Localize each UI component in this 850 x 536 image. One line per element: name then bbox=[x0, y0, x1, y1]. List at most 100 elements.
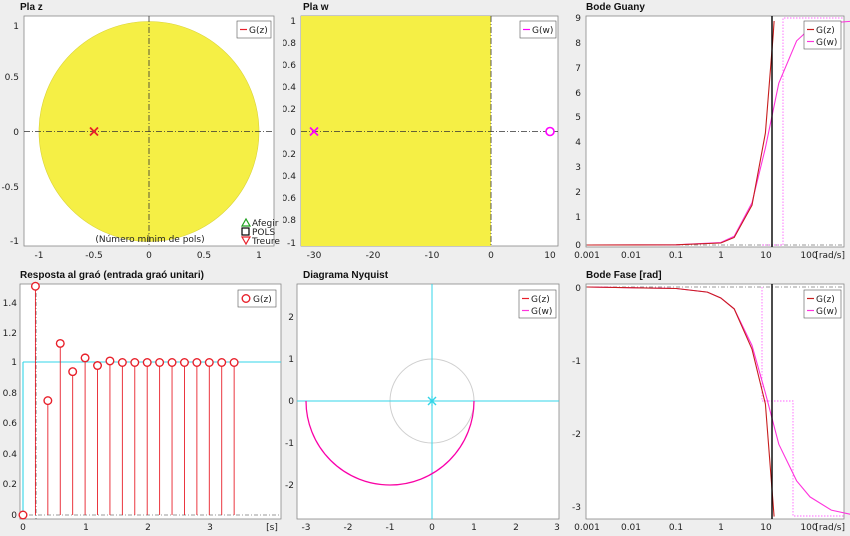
plot-bode-guany[interactable]: 0.001 0.01 0.1 1 10 100 [rad/s] 9 8 7 6 … bbox=[566, 0, 850, 268]
x-tick-labels: 0.001 0.01 0.1 1 10 100 [rad/s] bbox=[574, 251, 845, 261]
y-tick-label: 0 bbox=[11, 511, 17, 521]
data-point bbox=[192, 357, 202, 367]
x-tick-label: -1 bbox=[35, 251, 44, 261]
data-point bbox=[155, 357, 165, 367]
panel-nyquist: Diagrama Nyquist -3 -2 -1 0 1 2 3 2 1 0 … bbox=[283, 268, 566, 536]
x-tick-label: 3 bbox=[207, 523, 213, 533]
y-tick-label: 1 bbox=[575, 213, 581, 223]
y-tick-label: -1 bbox=[10, 237, 19, 247]
y-tick-label: 1 bbox=[288, 355, 294, 365]
y-tick-label: 4 bbox=[575, 138, 581, 148]
x-tick-label: -10 bbox=[425, 251, 440, 261]
zero-marker[interactable] bbox=[545, 126, 555, 137]
y-tick-label: 0.4 bbox=[3, 450, 18, 460]
data-point bbox=[167, 357, 177, 367]
data-point bbox=[43, 396, 53, 406]
legend: G(w) bbox=[519, 20, 557, 39]
x-tick-label: 1 bbox=[256, 251, 262, 261]
y-tick-label: 0.6 bbox=[3, 419, 18, 429]
y-tick-label: 0.2 bbox=[3, 480, 17, 490]
y-tick-label: 0.8 bbox=[283, 39, 296, 49]
x-tick-label: 0.01 bbox=[621, 251, 641, 261]
x-tick-label: 2 bbox=[145, 523, 151, 533]
data-point bbox=[30, 281, 40, 291]
y-tick-label: -1 bbox=[287, 239, 296, 249]
y-tick-label: 3 bbox=[575, 163, 581, 173]
data-point bbox=[80, 353, 90, 363]
plot-nyquist[interactable]: -3 -2 -1 0 1 2 3 2 1 0 -1 -2 G(z) G(w) bbox=[283, 268, 566, 536]
x-tick-label: 10 bbox=[760, 523, 772, 533]
y-tick-label: 0 bbox=[288, 397, 294, 407]
panel-pla-z: Pla z -1 -0.5 0 0.5 1 1 0.5 0 -0.5 -1 G(… bbox=[0, 0, 283, 268]
plot-area bbox=[585, 15, 845, 248]
x-tick-label: 0.5 bbox=[197, 251, 211, 261]
data-point bbox=[179, 357, 189, 367]
y-tick-labels: 2 1 0 -1 -2 bbox=[285, 313, 294, 491]
legend: G(z) bbox=[236, 20, 272, 39]
y-tick-label: 0 bbox=[290, 128, 296, 138]
x-tick-label: 0 bbox=[146, 251, 152, 261]
y-tick-label: -0.4 bbox=[283, 172, 296, 182]
data-point bbox=[142, 357, 152, 367]
y-tick-label: 0.4 bbox=[283, 83, 296, 93]
legend-label: G(z) bbox=[816, 26, 835, 36]
y-tick-label: 0.2 bbox=[283, 105, 296, 115]
x-tick-labels: 0 1 2 3 [s] bbox=[20, 523, 278, 533]
x-tick-label: 0.1 bbox=[669, 251, 683, 261]
plot-pla-w[interactable]: -30 -20 -10 0 10 1 0.8 0.6 0.4 0.2 0 -0.… bbox=[283, 0, 566, 268]
x-tick-label: 0 bbox=[20, 523, 26, 533]
y-tick-label: 9 bbox=[575, 14, 581, 24]
legend-label: G(w) bbox=[531, 307, 552, 317]
x-tick-label: [s] bbox=[266, 523, 278, 533]
x-tick-label: -30 bbox=[307, 251, 322, 261]
x-tick-labels: 0.001 0.01 0.1 1 10 100 [rad/s] bbox=[574, 523, 845, 533]
y-tick-label: -0.6 bbox=[283, 194, 296, 204]
data-point bbox=[229, 357, 239, 367]
y-tick-labels: 9 8 7 6 5 4 3 2 1 0 bbox=[575, 14, 581, 251]
x-tick-label: 10 bbox=[544, 251, 556, 261]
x-tick-label: 0 bbox=[488, 251, 494, 261]
y-tick-label: -1 bbox=[285, 439, 294, 449]
data-point bbox=[105, 356, 115, 366]
data-point bbox=[130, 357, 140, 367]
x-tick-label: 1 bbox=[471, 523, 477, 533]
y-tick-label: -0.5 bbox=[1, 183, 19, 193]
x-tick-label: -20 bbox=[366, 251, 381, 261]
data-point bbox=[117, 357, 127, 367]
x-tick-label: 1 bbox=[718, 523, 724, 533]
panel-bode-guany: Bode Guany 0.001 0.01 0.1 1 10 100 [rad/… bbox=[566, 0, 850, 268]
plot-bode-fase[interactable]: 0.001 0.01 0.1 1 10 100 [rad/s] 0 -1 -2 … bbox=[566, 268, 850, 536]
plot-resposta[interactable]: 0 1 2 3 [s] 1.4 1.2 1 0.8 0.6 0.4 0.2 0 … bbox=[0, 268, 283, 536]
x-tick-label: 0.1 bbox=[669, 523, 683, 533]
y-tick-label: -0.8 bbox=[283, 216, 296, 226]
x-tick-label: 2 bbox=[513, 523, 519, 533]
y-tick-labels: 1.4 1.2 1 0.8 0.6 0.4 0.2 0 bbox=[3, 299, 18, 521]
y-tick-label: 0.6 bbox=[283, 61, 296, 71]
legend-label: G(z) bbox=[249, 26, 268, 36]
x-tick-label: 3 bbox=[554, 523, 560, 533]
legend-label: G(z) bbox=[816, 295, 835, 305]
x-tick-label: 0.001 bbox=[574, 251, 600, 261]
panel-pla-w: Pla w -30 -20 -10 0 10 1 0.8 0.6 0.4 0.2… bbox=[283, 0, 566, 268]
annotation-text: (Número mínim de pols) bbox=[95, 235, 204, 245]
legend: G(z) G(w) bbox=[518, 289, 557, 319]
x-tick-labels: -30 -20 -10 0 10 bbox=[307, 251, 556, 261]
plot-area bbox=[585, 283, 845, 520]
legend-label: G(w) bbox=[532, 26, 553, 36]
data-point bbox=[217, 357, 227, 367]
panel-resposta: Resposta al graó (entrada graó unitari) … bbox=[0, 268, 283, 536]
data-point bbox=[18, 510, 28, 520]
data-point bbox=[68, 367, 78, 377]
plot-area bbox=[19, 283, 282, 520]
y-tick-label: 1.2 bbox=[3, 329, 17, 339]
y-tick-label: 1.4 bbox=[3, 299, 18, 309]
y-tick-label: -2 bbox=[572, 430, 581, 440]
plot-pla-z[interactable]: -1 -0.5 0 0.5 1 1 0.5 0 -0.5 -1 G(z) (Nú… bbox=[0, 0, 283, 268]
y-tick-label: -1 bbox=[572, 357, 581, 367]
y-tick-label: 7 bbox=[575, 64, 581, 74]
legend-label: G(z) bbox=[531, 295, 550, 305]
y-tick-label: 0 bbox=[575, 284, 581, 294]
x-tick-label: -1 bbox=[386, 523, 395, 533]
y-tick-label: 5 bbox=[575, 113, 581, 123]
y-tick-label: 0 bbox=[13, 128, 19, 138]
